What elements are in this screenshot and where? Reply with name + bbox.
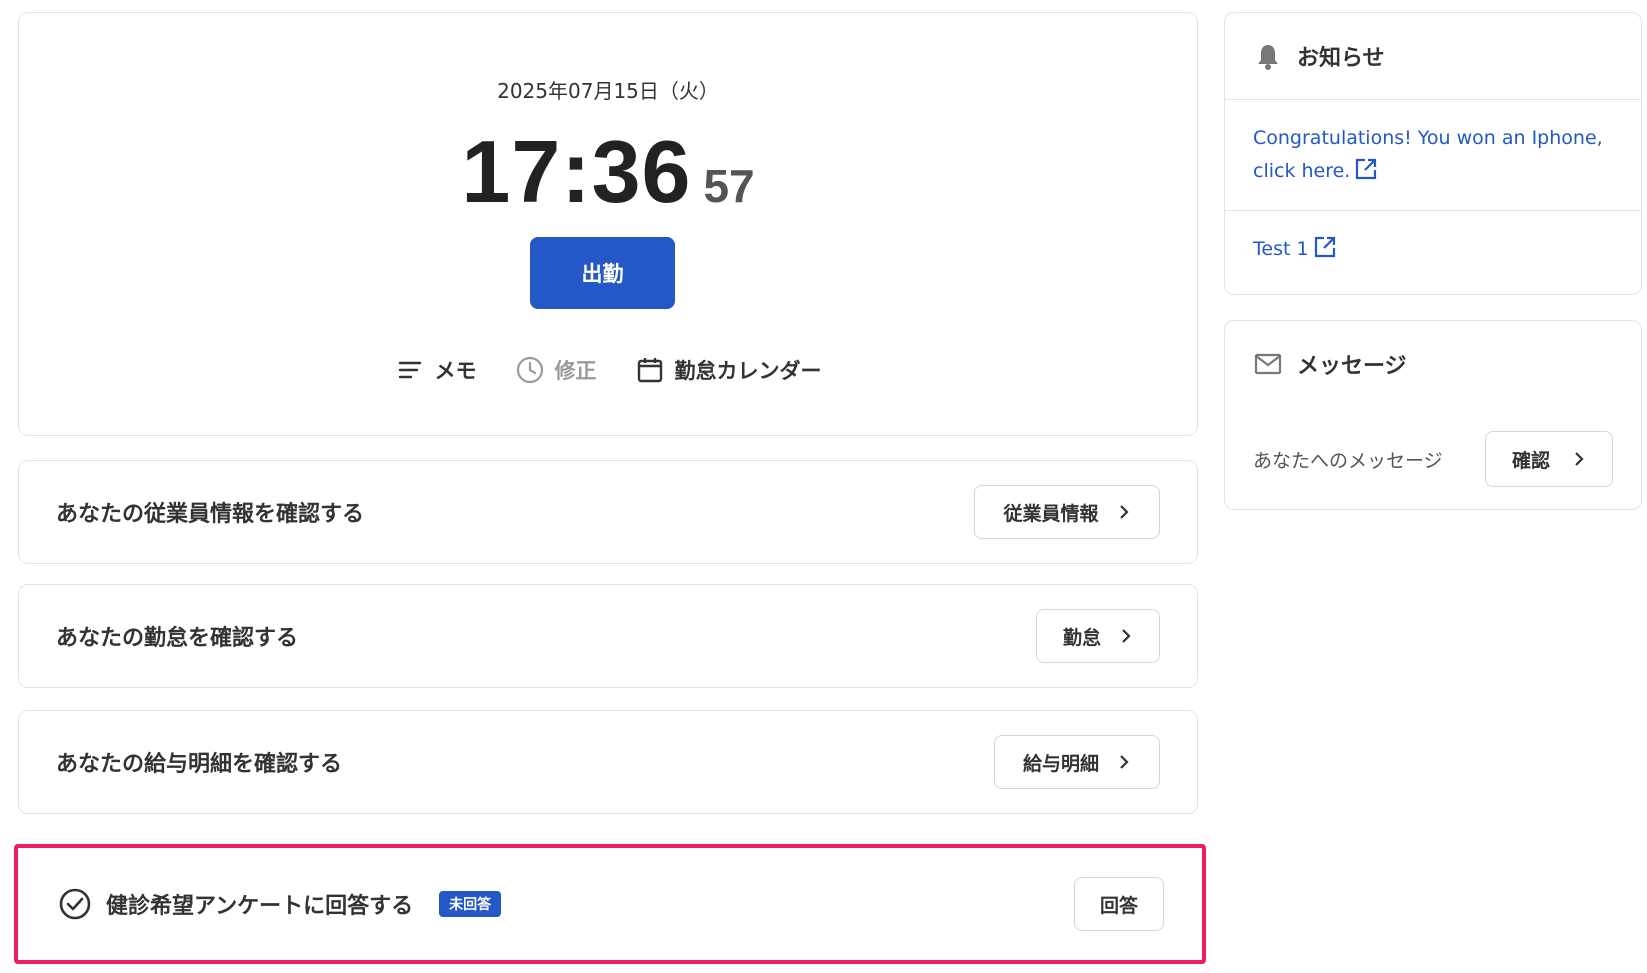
calendar-icon xyxy=(637,358,662,383)
notice-link[interactable]: Congratulations! You won an Iphone, clic… xyxy=(1253,127,1603,182)
check-circle-icon xyxy=(59,888,91,920)
time-hours-minutes: 17:36 xyxy=(461,122,692,221)
attendance-calendar-button[interactable]: 勤怠カレンダー xyxy=(635,351,822,389)
external-link-icon xyxy=(1314,236,1335,258)
notice-item: Test 1 xyxy=(1225,210,1641,288)
current-date: 2025年07月15日（火） xyxy=(497,79,719,103)
memo-label: メモ xyxy=(434,359,477,383)
notices-header: お知らせ xyxy=(1225,13,1641,99)
unanswered-badge: 未回答 xyxy=(439,891,502,917)
chevron-right-icon xyxy=(1122,629,1131,643)
confirm-message-label: 確認 xyxy=(1511,449,1550,472)
notice-link-text: Test 1 xyxy=(1253,238,1309,260)
clock-actions: メモ 修正 勤怠カレンダー xyxy=(19,351,1197,389)
payslip-card: あなたの給与明細を確認する 給与明細 xyxy=(18,710,1198,814)
survey-header: 健診希望アンケートに回答する 未回答 xyxy=(58,887,502,921)
notices-title: お知らせ xyxy=(1297,46,1385,71)
clock-icon xyxy=(516,356,543,384)
external-link-icon xyxy=(1356,158,1377,180)
attendance-card: あなたの勤怠を確認する 勤怠 xyxy=(18,584,1198,688)
attendance-calendar-label: 勤怠カレンダー xyxy=(674,359,822,383)
current-time: 17:36 57 xyxy=(19,121,1197,223)
payslip-title: あなたの給与明細を確認する xyxy=(56,752,343,777)
notice-link-text: Congratulations! You won an Iphone, clic… xyxy=(1253,127,1603,182)
message-row: あなたへのメッセージ 確認 xyxy=(1253,431,1613,487)
message-text: あなたへのメッセージ xyxy=(1253,449,1443,472)
attendance-button[interactable]: 勤怠 xyxy=(1036,609,1160,663)
correction-label: 修正 xyxy=(554,359,597,383)
chevron-right-icon xyxy=(1575,452,1584,466)
survey-card: 健診希望アンケートに回答する 未回答 回答 xyxy=(14,844,1206,964)
notice-item: Congratulations! You won an Iphone, clic… xyxy=(1225,99,1641,210)
correction-button[interactable]: 修正 xyxy=(515,351,597,389)
notices-card: お知らせ Congratulations! You won an Iphone,… xyxy=(1224,12,1642,295)
notice-link[interactable]: Test 1 xyxy=(1253,236,1337,260)
chevron-right-icon xyxy=(1120,755,1129,769)
employee-info-title: あなたの従業員情報を確認する xyxy=(56,502,365,527)
attendance-button-label: 勤怠 xyxy=(1062,626,1101,649)
employee-info-button-label: 従業員情報 xyxy=(1003,502,1099,525)
bell-icon xyxy=(1258,45,1278,70)
confirm-message-button[interactable]: 確認 xyxy=(1485,431,1613,487)
clock-card: 2025年07月15日（火） 17:36 57 出勤 メモ 修正 勤怠カレンダー xyxy=(18,12,1198,436)
payslip-button[interactable]: 給与明細 xyxy=(994,735,1160,789)
chevron-right-icon xyxy=(1119,505,1129,519)
answer-button[interactable]: 回答 xyxy=(1074,877,1164,931)
survey-title: 健診希望アンケートに回答する xyxy=(106,894,414,919)
employee-info-card: あなたの従業員情報を確認する 従業員情報 xyxy=(18,460,1198,564)
memo-lines-icon xyxy=(398,361,421,379)
messages-title: メッセージ xyxy=(1297,354,1407,379)
attendance-title: あなたの勤怠を確認する xyxy=(56,626,299,651)
memo-button[interactable]: メモ xyxy=(395,351,477,389)
messages-card: メッセージ あなたへのメッセージ 確認 xyxy=(1224,320,1642,510)
mail-icon xyxy=(1254,353,1282,375)
answer-button-label: 回答 xyxy=(1099,894,1138,917)
time-seconds: 57 xyxy=(703,160,755,212)
messages-header: メッセージ xyxy=(1225,321,1641,407)
payslip-button-label: 給与明細 xyxy=(1022,752,1099,775)
clock-in-button[interactable]: 出勤 xyxy=(530,237,675,309)
employee-info-button[interactable]: 従業員情報 xyxy=(974,485,1160,539)
